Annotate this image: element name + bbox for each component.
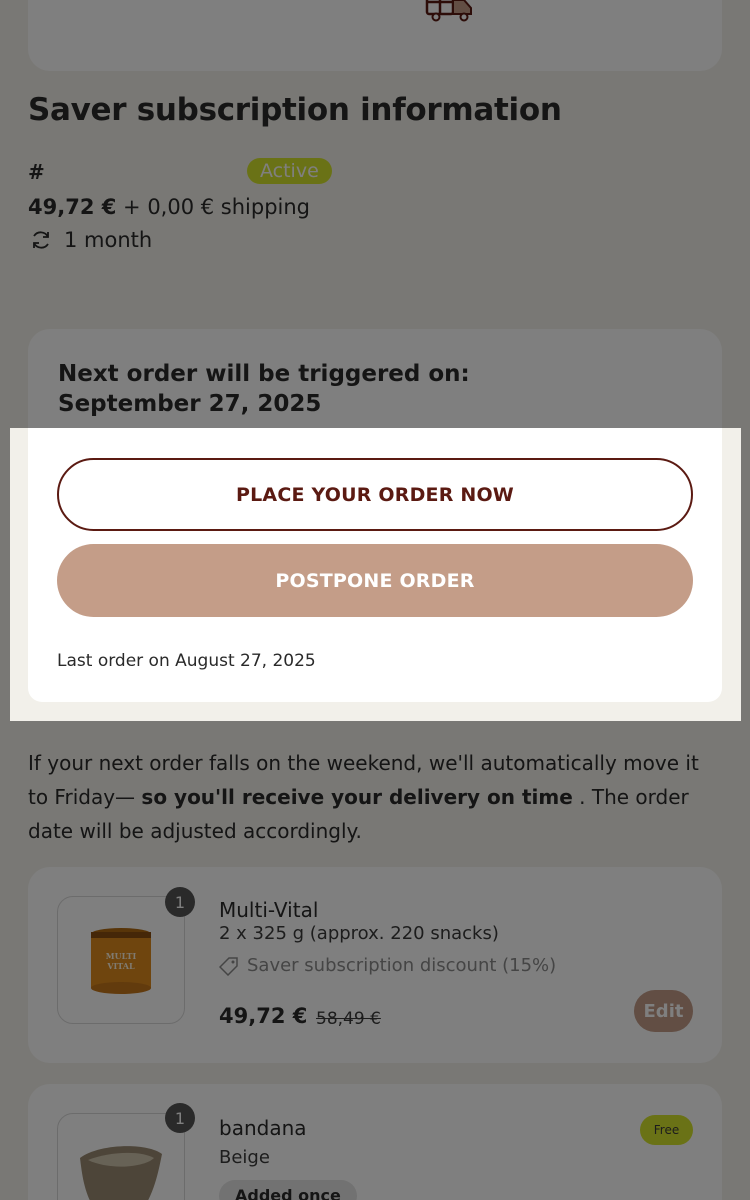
discount-label: Saver subscription discount (15%)	[247, 955, 557, 976]
page-title: Saver subscription information	[28, 92, 562, 128]
product-old-price: 58,49 €	[316, 1009, 381, 1029]
next-order-label: Next order will be triggered on:	[58, 361, 470, 387]
bandana-image	[80, 1146, 162, 1200]
price-line: 49,72 € + 0,00 € shipping	[28, 195, 310, 219]
dim-overlay-left	[0, 428, 10, 721]
product-can-image: MULTI VITAL	[91, 928, 151, 994]
product-image: MULTI VITAL	[57, 896, 185, 1024]
free-badge: Free	[640, 1115, 693, 1145]
subscription-price: 49,72 €	[28, 195, 117, 219]
product-card: 1 bandana Beige Added once Free	[28, 1084, 722, 1200]
postpone-order-button[interactable]: POSTPONE ORDER	[57, 544, 693, 617]
product-card: MULTI VITAL 1 Multi-Vital 2 x 325 g (app…	[28, 867, 722, 1063]
discount-row: Saver subscription discount (15%)	[219, 955, 556, 976]
product-name: bandana	[219, 1116, 307, 1140]
product-description: 2 x 325 g (approx. 220 snacks)	[219, 923, 499, 944]
can-label-line1: MULTI	[106, 951, 137, 961]
interval-label: 1 month	[64, 228, 153, 252]
tag-icon	[219, 956, 238, 976]
product-name: Multi-Vital	[219, 898, 319, 922]
product-image	[57, 1113, 185, 1200]
dim-overlay-right	[741, 428, 750, 721]
interval-row: 1 month	[28, 228, 152, 252]
added-once-badge: Added once	[219, 1180, 357, 1200]
last-order-text: Last order on August 27, 2025	[57, 651, 316, 671]
weekend-note: If your next order falls on the weekend,…	[28, 746, 722, 848]
quantity-badge: 1	[165, 887, 195, 917]
weekend-note-bold: so you'll receive your delivery on time	[141, 785, 573, 809]
quantity-badge: 1	[165, 1103, 195, 1133]
edit-button[interactable]: Edit	[634, 990, 693, 1032]
status-badge: Active	[247, 158, 332, 184]
gift-truck-icon	[425, 0, 472, 22]
next-order-date: September 27, 2025	[58, 391, 322, 417]
shipping-cost: + 0,00 € shipping	[123, 195, 311, 219]
refresh-icon	[33, 231, 49, 249]
product-variant: Beige	[219, 1147, 270, 1168]
header-card	[28, 0, 722, 71]
product-price: 49,72 €	[219, 1004, 308, 1028]
subscription-number: #	[28, 160, 45, 184]
place-order-button[interactable]: PLACE YOUR ORDER NOW	[57, 458, 693, 531]
can-label-line2: VITAL	[106, 961, 135, 971]
